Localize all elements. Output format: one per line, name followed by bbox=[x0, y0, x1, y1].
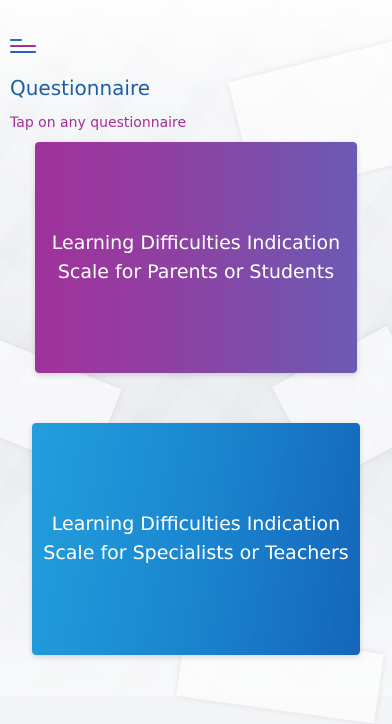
card-label-line: Learning Difficulties Indication bbox=[51, 513, 341, 535]
questionnaire-card-parents-students[interactable]: Learning Difficulties Indication Scale f… bbox=[35, 142, 357, 373]
questionnaire-card-specialists-teachers[interactable]: Learning Difficulties Indication Scale f… bbox=[32, 423, 360, 655]
card-label-line: Learning Difficulties Indication bbox=[51, 231, 341, 254]
page-title: Questionnaire bbox=[10, 76, 151, 100]
menu-line bbox=[10, 51, 36, 53]
page-subtitle: Tap on any questionnaire bbox=[10, 115, 187, 131]
hamburger-menu-icon[interactable] bbox=[10, 38, 38, 56]
card-label-line: Scale for Specialists or Teachers bbox=[43, 542, 349, 564]
card-label: Learning Difficulties Indication Scale f… bbox=[52, 229, 340, 287]
card-label: Learning Difficulties Indication Scale f… bbox=[43, 510, 348, 568]
card-label-line: Scale for Parents or Students bbox=[57, 260, 335, 283]
menu-line bbox=[10, 45, 36, 47]
menu-line bbox=[10, 39, 22, 41]
